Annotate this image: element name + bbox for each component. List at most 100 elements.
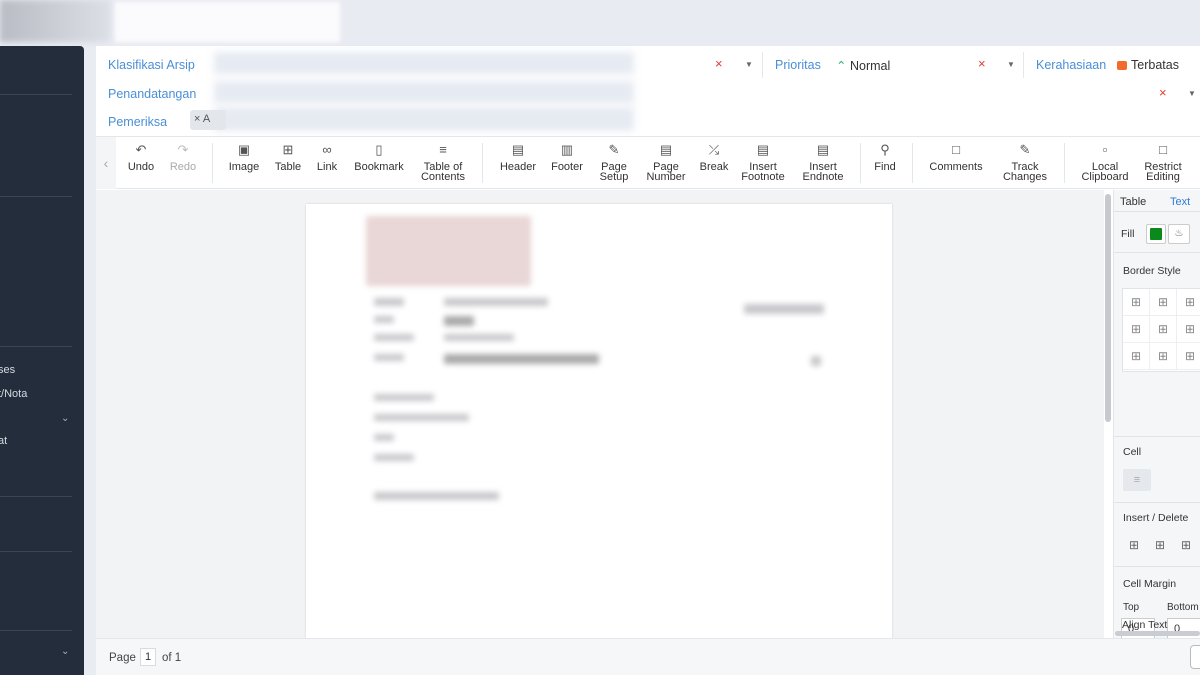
document-text-blurred: [444, 298, 548, 306]
sidebar-item[interactable]: at: [0, 435, 7, 447]
document-page[interactable]: [306, 204, 892, 638]
cell-margin-label: Cell Margin: [1123, 578, 1177, 590]
toolbar-separator: [912, 143, 913, 183]
insert-delete-label: Insert / Delete: [1123, 512, 1189, 524]
paint-bucket-icon[interactable]: ♨: [1168, 224, 1190, 244]
prioritas-select[interactable]: ⌃ Normal: [836, 58, 890, 73]
clear-icon[interactable]: ×: [1159, 85, 1167, 100]
table-of-contents-icon: ≡: [439, 142, 447, 157]
prioritas-value: Normal: [849, 59, 891, 73]
image-icon: ▣: [237, 142, 251, 157]
insert-footnote-button[interactable]: ▤ Insert Footnote: [738, 142, 788, 186]
border-inside-icon[interactable]: ⊞: [1150, 289, 1177, 316]
insert-row-above-icon[interactable]: ⊞: [1122, 534, 1146, 556]
lock-icon: [1117, 61, 1127, 70]
panel-divider: [1114, 502, 1200, 503]
margin-top-label: Top: [1123, 602, 1140, 613]
prioritas-label: Prioritas: [775, 58, 821, 72]
toolbar-scroll-left-icon[interactable]: ‹: [96, 137, 116, 189]
klasifikasi-arsip-field[interactable]: [214, 52, 634, 74]
break-button[interactable]: ⤰ Break: [696, 142, 732, 186]
merge-cells-button[interactable]: ≡: [1123, 469, 1151, 491]
document-text-blurred: [374, 394, 434, 401]
sidebar-item[interactable]: t/Nota: [0, 388, 27, 400]
kerahasiaan-label: Kerahasiaan: [1036, 58, 1107, 72]
document-text-blurred: [811, 356, 821, 366]
penandatangan-field[interactable]: [214, 81, 634, 103]
find-button[interactable]: ⚲ Find: [870, 142, 900, 186]
chevron-down-icon[interactable]: ⌄: [61, 413, 69, 424]
insert-row-below-icon[interactable]: ⊞: [1148, 534, 1172, 556]
bookmark-icon: ▯: [375, 142, 383, 157]
redo-icon: ↷: [177, 142, 189, 157]
undo-icon: ↶: [135, 142, 147, 157]
document-text-blurred: [374, 354, 404, 361]
track-changes-button[interactable]: ✎ Track Changes: [998, 142, 1052, 186]
footnote-icon: ▤: [756, 142, 770, 157]
clipboard-icon: ▫: [1102, 142, 1108, 157]
border-inside-horizontal-icon[interactable]: ⊞: [1177, 289, 1200, 316]
sidebar-item[interactable]: ses: [0, 364, 15, 376]
table-button[interactable]: ⊞ Table: [270, 142, 306, 186]
kerahasiaan-select[interactable]: Terbatas: [1117, 58, 1179, 72]
insert-column-icon[interactable]: ⊞: [1174, 534, 1198, 556]
page-number-button[interactable]: ▤ Page Number: [642, 142, 690, 186]
properties-panel-scrollbar[interactable]: [1115, 631, 1200, 636]
insert-endnote-button[interactable]: ▤ Insert Endnote: [798, 142, 848, 186]
page-setup-button[interactable]: ✎ Page Setup: [596, 142, 632, 186]
border-style-label: Border Style: [1123, 265, 1181, 277]
fill-color-preview: [1150, 228, 1162, 240]
border-all-icon[interactable]: ⊞: [1123, 289, 1150, 316]
clear-icon[interactable]: ×: [978, 56, 986, 71]
border-bottom-icon[interactable]: ⊞: [1177, 343, 1200, 370]
comments-button[interactable]: □ Comments: [924, 142, 988, 186]
image-button[interactable]: ▣ Image: [224, 142, 264, 186]
border-left-icon[interactable]: ⊞: [1123, 316, 1150, 343]
footer-button[interactable]: ▥ Footer: [548, 142, 586, 186]
caret-down-icon[interactable]: ▼: [1007, 60, 1015, 69]
tab-text[interactable]: Text: [1170, 196, 1190, 208]
cell-label: Cell: [1123, 446, 1142, 458]
sidebar-divider: [0, 94, 72, 95]
caret-down-icon[interactable]: ▼: [745, 60, 753, 69]
border-right-icon[interactable]: ⊞: [1177, 316, 1200, 343]
tab-table[interactable]: Table: [1120, 196, 1146, 208]
toolbar-separator: [482, 143, 483, 183]
lock-icon: □: [1159, 142, 1167, 157]
redo-button[interactable]: ↷ Redo: [166, 142, 200, 186]
border-vertical-icon[interactable]: ⊞: [1150, 316, 1177, 343]
scrollbar-thumb[interactable]: [1105, 194, 1111, 422]
table-icon: ⊞: [282, 142, 294, 157]
chevron-down-icon[interactable]: ⌄: [61, 646, 69, 657]
restrict-editing-button[interactable]: □ Restrict Editing: [1140, 142, 1186, 186]
header-button[interactable]: ▤ Header: [496, 142, 540, 186]
pemeriksa-chip[interactable]: × A: [190, 110, 226, 130]
separator: [1023, 52, 1024, 78]
local-clipboard-button[interactable]: ▫ Local Clipboard: [1076, 142, 1134, 186]
break-icon: ⤰: [708, 142, 720, 157]
document-text-blurred: [374, 434, 394, 441]
border-top-icon[interactable]: ⊞: [1123, 343, 1150, 370]
caret-down-icon[interactable]: ▼: [1188, 89, 1196, 98]
undo-button[interactable]: ↶ Undo: [124, 142, 158, 186]
document-letterhead-blurred: [366, 216, 531, 286]
bookmark-button[interactable]: ▯ Bookmark: [350, 142, 408, 186]
zoom-button[interactable]: [1190, 645, 1200, 669]
link-icon: ∞: [322, 142, 332, 157]
table-of-contents-button[interactable]: ≡ Table of Contents: [416, 142, 470, 186]
top-bar-tab-blurred: [115, 2, 340, 42]
top-bar: [0, 0, 1200, 46]
sidebar-divider: [0, 551, 72, 552]
pemeriksa-field[interactable]: [214, 107, 634, 131]
sidebar-divider: [0, 346, 72, 347]
clear-icon[interactable]: ×: [715, 56, 723, 71]
border-horizontal-icon[interactable]: ⊞: [1150, 343, 1177, 370]
separator: [762, 52, 763, 78]
border-style-grid: ⊞ ⊞ ⊞ ⊞ ⊞ ⊞ ⊞ ⊞ ⊞: [1122, 288, 1200, 372]
comment-icon: □: [952, 142, 960, 157]
fill-color-swatch[interactable]: [1146, 224, 1166, 244]
document-canvas[interactable]: [96, 190, 1104, 638]
current-page-input[interactable]: 1: [140, 648, 156, 666]
link-button[interactable]: ∞ Link: [312, 142, 342, 186]
document-scrollbar[interactable]: [1104, 190, 1112, 480]
